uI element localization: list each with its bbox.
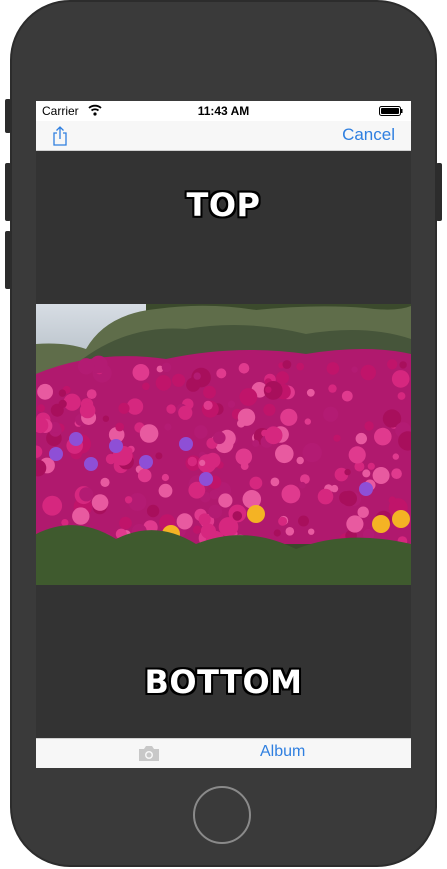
camera-icon: [139, 746, 159, 761]
battery-icon: [379, 106, 403, 116]
mute-switch: [5, 99, 11, 133]
navigation-bar: Cancel: [36, 121, 411, 151]
top-text-field[interactable]: TOP: [36, 186, 411, 224]
cancel-button[interactable]: Cancel: [342, 125, 395, 145]
bottom-text-field[interactable]: BOTTOM: [36, 663, 411, 701]
bottom-toolbar: Album: [36, 738, 411, 768]
home-button[interactable]: [193, 786, 251, 844]
album-button[interactable]: Album: [260, 743, 305, 761]
flower-photo: [36, 304, 411, 585]
power-button: [436, 163, 442, 221]
status-bar: Carrier 11:43 AM: [36, 101, 411, 121]
app-screen: Carrier 11:43 AM Cancel TOP BOTTOM Album: [36, 101, 411, 768]
volume-up-button: [5, 163, 11, 221]
volume-down-button: [5, 231, 11, 289]
share-icon[interactable]: [51, 125, 69, 147]
clock-label: 11:43 AM: [197, 104, 250, 118]
